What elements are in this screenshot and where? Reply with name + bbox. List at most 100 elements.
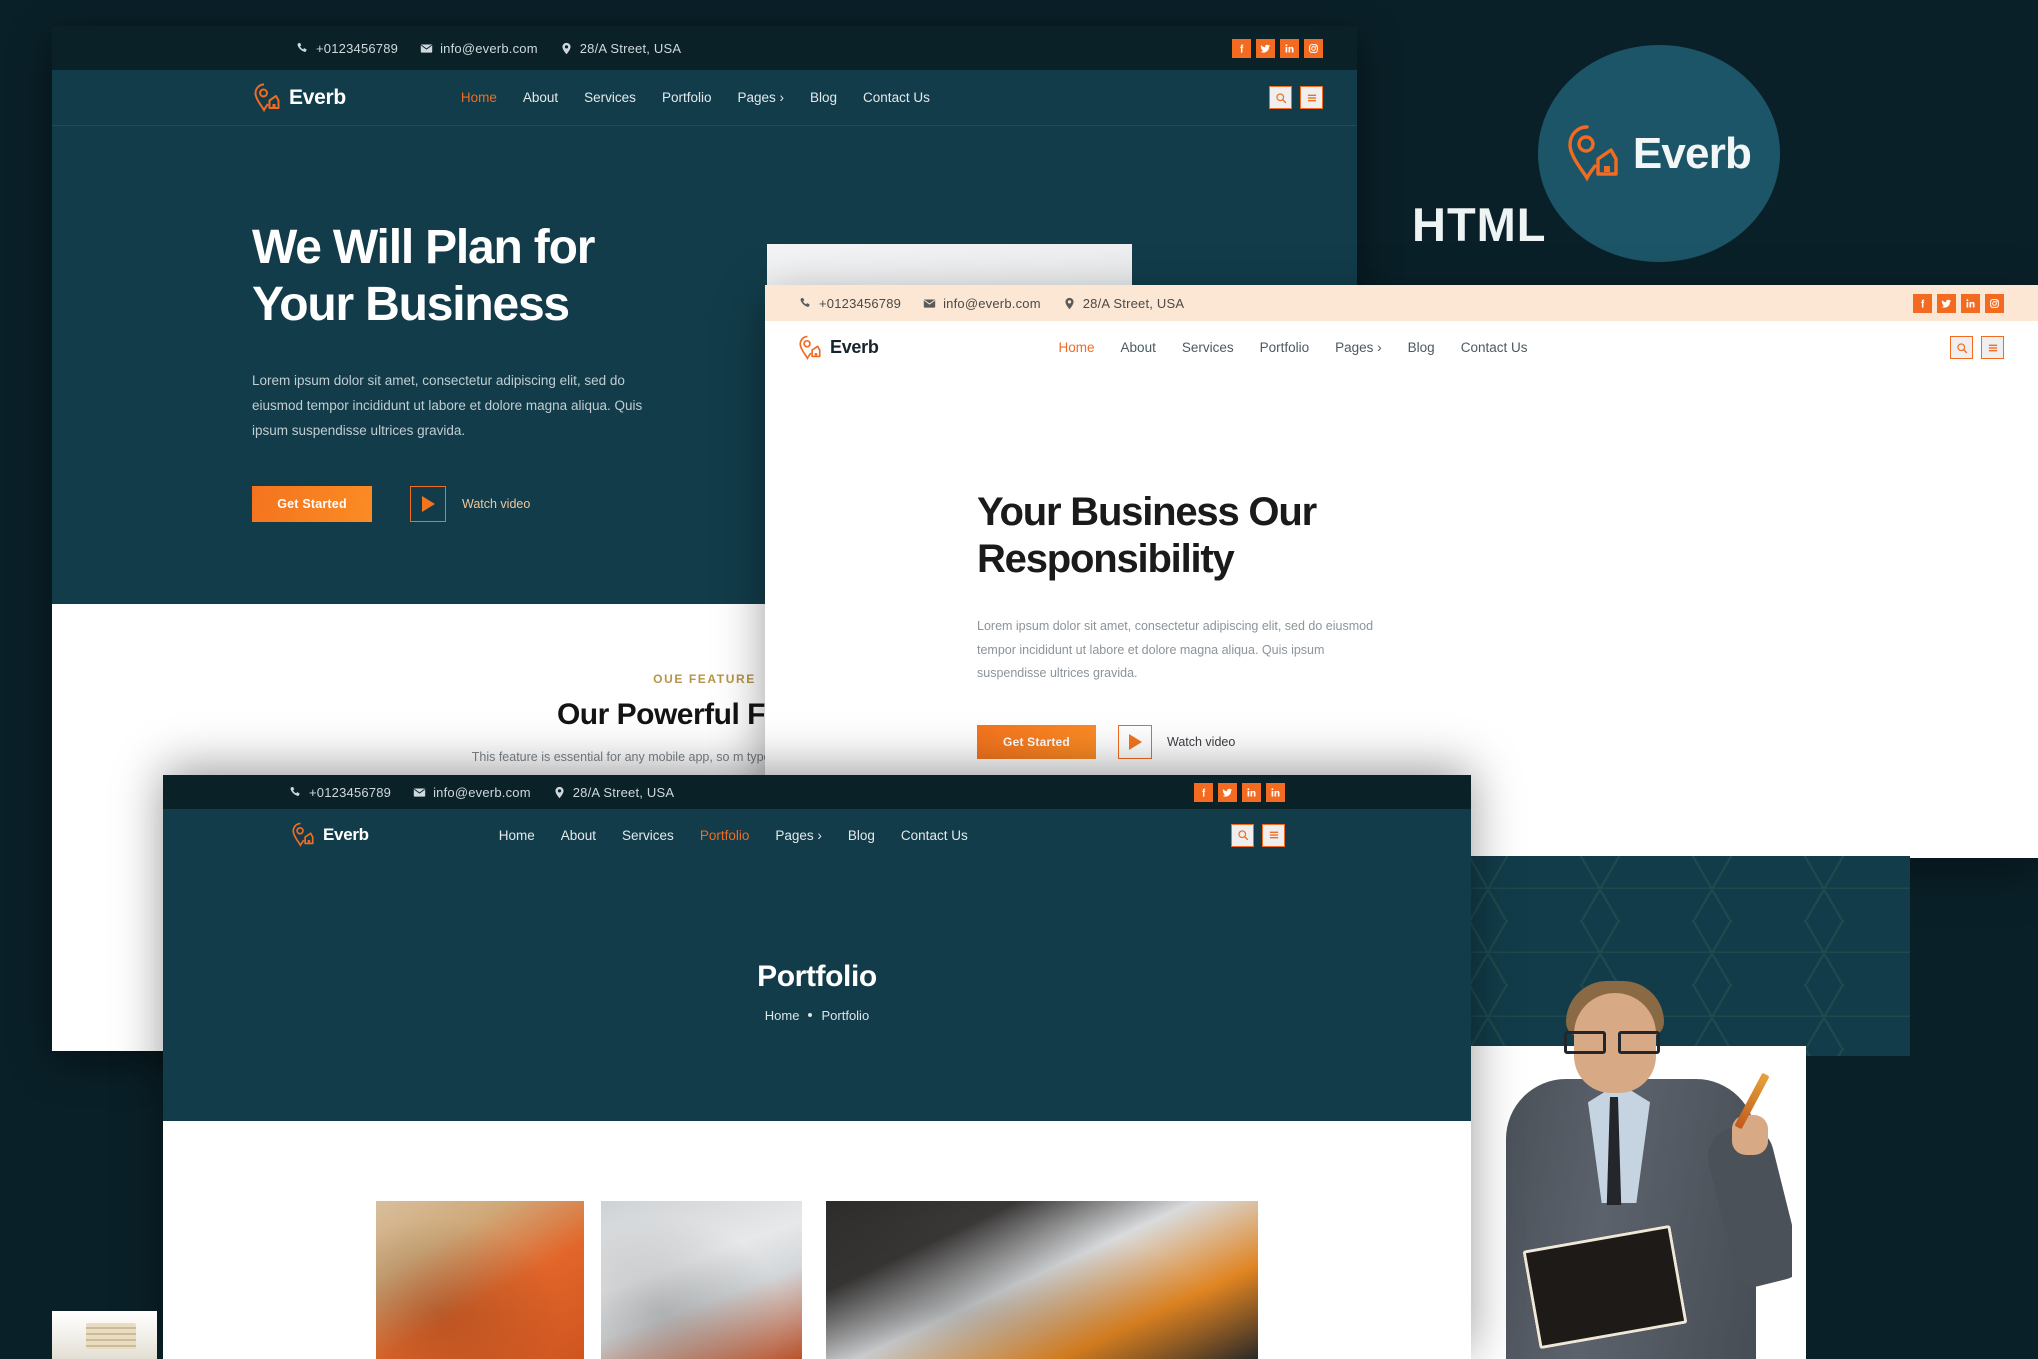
breadcrumb-home[interactable]: Home (765, 1008, 800, 1023)
nav-item-about[interactable]: About (561, 828, 596, 843)
contact-phone[interactable]: +0123456789 (289, 785, 391, 800)
brand-logo[interactable]: Everb (254, 83, 346, 113)
search-icon[interactable] (1269, 86, 1292, 109)
nav-item-services[interactable]: Services (1182, 340, 1234, 355)
play-icon[interactable] (1118, 724, 1152, 759)
linkedin-icon[interactable] (1266, 782, 1285, 802)
twitter-icon[interactable] (1256, 38, 1275, 58)
portfolio-thumbnail[interactable] (376, 1201, 584, 1359)
nav-actions (1231, 823, 1285, 847)
facebook-icon[interactable] (1194, 782, 1213, 802)
topbar: +0123456789 info@everb.com 28/A Street, … (765, 285, 2038, 321)
social-links (1913, 293, 2004, 313)
envelope-icon (413, 787, 426, 797)
linkedin-icon[interactable] (1961, 293, 1980, 313)
nav-item-blog[interactable]: Blog (848, 828, 875, 843)
contact-address-text: 28/A Street, USA (572, 784, 675, 800)
main-navigation: Everb Home About Services Portfolio Page… (163, 809, 1471, 861)
contact-address-text: 28/A Street, USA (1082, 295, 1185, 311)
breadcrumb-current: Portfolio (821, 1007, 870, 1023)
watch-video-label[interactable]: Watch video (462, 497, 530, 511)
contact-email[interactable]: info@everb.com (923, 296, 1041, 311)
search-icon[interactable] (1231, 823, 1254, 847)
location-pin-house-icon (292, 822, 314, 847)
play-icon[interactable] (410, 486, 446, 523)
contact-email-text: info@everb.com (943, 295, 1041, 311)
linkedin-icon[interactable] (1242, 782, 1261, 802)
nav-item-home[interactable]: Home (461, 90, 497, 105)
nav-menu: Home About Services Portfolio Pages › Bl… (499, 828, 968, 843)
envelope-icon (420, 43, 433, 53)
instagram-icon[interactable] (1304, 38, 1323, 58)
nav-item-portfolio[interactable]: Portfolio (662, 90, 712, 105)
portfolio-thumbnail[interactable] (826, 1201, 1258, 1359)
search-icon[interactable] (1950, 336, 1973, 359)
brand-name: Everb (323, 825, 369, 844)
hamburger-menu-icon[interactable] (1981, 336, 2004, 359)
social-links (1232, 38, 1323, 58)
instagram-icon[interactable] (1985, 293, 2004, 313)
nav-menu: Home About Services Portfolio Pages › Bl… (1059, 340, 1528, 355)
nav-item-blog[interactable]: Blog (810, 90, 837, 105)
nav-item-pages[interactable]: Pages › (1335, 340, 1382, 355)
businessman-image (1492, 975, 1792, 1359)
contact-address[interactable]: 28/A Street, USA (553, 785, 674, 800)
portfolio-thumbnail[interactable] (601, 1201, 802, 1359)
get-started-button[interactable]: Get Started (252, 486, 372, 523)
nav-item-portfolio[interactable]: Portfolio (1260, 340, 1310, 355)
get-started-button[interactable]: Get Started (977, 724, 1096, 759)
map-pin-icon (555, 786, 564, 798)
watch-video-label[interactable]: Watch video (1167, 735, 1235, 749)
nav-item-about[interactable]: About (523, 90, 558, 105)
nav-actions (1950, 336, 2004, 359)
nav-item-pages[interactable]: Pages › (775, 828, 822, 843)
facebook-icon[interactable] (1913, 293, 1932, 313)
linkedin-icon[interactable] (1280, 38, 1299, 58)
facebook-icon[interactable] (1232, 38, 1251, 58)
topbar: +0123456789 info@everb.com 28/A Street, … (52, 26, 1357, 70)
nav-item-contact[interactable]: Contact Us (1461, 340, 1528, 355)
html-label: HTML (1412, 198, 1547, 251)
contact-phone[interactable]: +0123456789 (799, 296, 901, 311)
map-pin-icon (562, 42, 571, 54)
contact-phone-text: +0123456789 (316, 40, 399, 56)
nav-item-services[interactable]: Services (622, 828, 674, 843)
hero-paragraph: Lorem ipsum dolor sit amet, consectetur … (252, 373, 643, 439)
nav-item-about[interactable]: About (1121, 340, 1156, 355)
brand-logo[interactable]: Everb (292, 822, 369, 848)
phone-icon (297, 42, 307, 52)
hamburger-menu-icon[interactable] (1300, 86, 1323, 109)
brand-logo[interactable]: Everb (799, 335, 879, 361)
nav-item-portfolio[interactable]: Portfolio (700, 828, 750, 843)
contact-phone[interactable]: +0123456789 (296, 41, 398, 56)
nav-item-contact[interactable]: Contact Us (863, 90, 930, 105)
twitter-icon[interactable] (1937, 293, 1956, 313)
contact-address[interactable]: 28/A Street, USA (560, 41, 681, 56)
location-pin-house-icon (254, 83, 280, 112)
phone-icon (800, 297, 810, 307)
nav-actions (1269, 86, 1323, 109)
breadcrumb-separator-icon (808, 1013, 813, 1017)
main-navigation: Everb Home About Services Portfolio Page… (765, 321, 2038, 374)
page-background-edge (0, 0, 52, 1359)
contact-email[interactable]: info@everb.com (420, 41, 538, 56)
page-banner: Portfolio Home Portfolio (163, 861, 1471, 1121)
nav-item-pages[interactable]: Pages › (737, 90, 784, 105)
hamburger-menu-icon[interactable] (1262, 823, 1285, 847)
nav-item-home[interactable]: Home (1059, 340, 1095, 355)
location-pin-house-icon (1568, 124, 1618, 182)
contact-address[interactable]: 28/A Street, USA (1063, 296, 1184, 311)
nav-item-blog[interactable]: Blog (1408, 340, 1435, 355)
envelope-icon (923, 298, 936, 308)
nav-menu: Home About Services Portfolio Pages › Bl… (461, 90, 930, 105)
nav-item-contact[interactable]: Contact Us (901, 828, 968, 843)
topbar: +0123456789 info@everb.com 28/A Street, … (163, 775, 1471, 809)
brand-name: Everb (830, 337, 879, 357)
contact-email[interactable]: info@everb.com (413, 785, 531, 800)
nav-item-services[interactable]: Services (584, 90, 636, 105)
location-pin-house-icon (799, 335, 821, 360)
nav-item-home[interactable]: Home (499, 828, 535, 843)
contact-email-text: info@everb.com (433, 784, 531, 800)
phone-icon (290, 786, 300, 796)
twitter-icon[interactable] (1218, 782, 1237, 802)
